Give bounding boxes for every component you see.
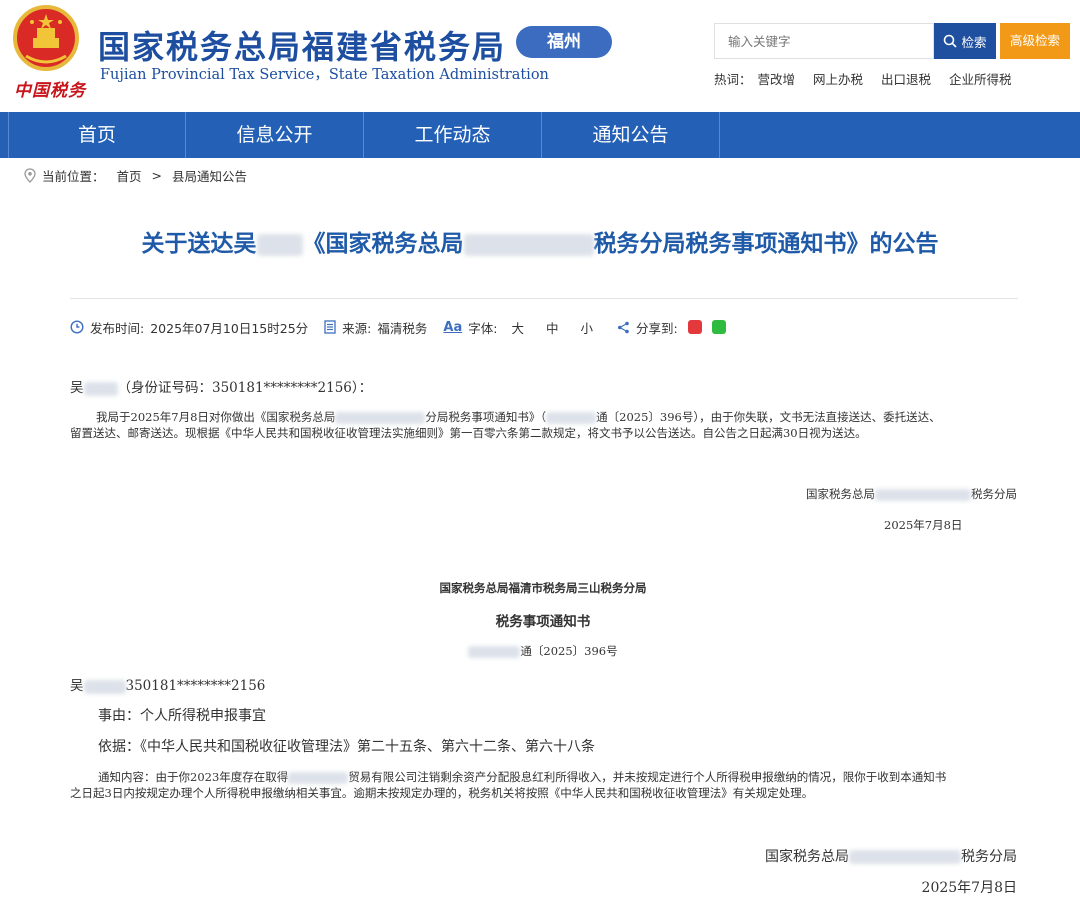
attachment-basis: 依据：《中华人民共和国税收征收管理法》第二十五条、第六十二条、第六十八条 bbox=[98, 739, 595, 755]
signer-suffix: 税务分局 bbox=[961, 849, 1017, 865]
signer-prefix: 国家税务总局 bbox=[765, 849, 849, 865]
nav-item-home[interactable]: 首页 bbox=[8, 112, 186, 158]
font-size-control: Aa 字体: 大 中 小 bbox=[443, 318, 601, 337]
attachment-signer: 国家税务总局 税务分局 bbox=[765, 846, 1017, 866]
redaction-blur bbox=[335, 412, 426, 424]
signer-suffix: 税务分局 bbox=[971, 487, 1017, 501]
addressee-prefix: 吴 bbox=[70, 380, 84, 396]
hotwords: 热词： 营改增 网上办税 出口退税 企业所得税 bbox=[714, 69, 1026, 88]
breadcrumb-separator: > bbox=[151, 168, 163, 183]
hotwords-label: 热词： bbox=[714, 72, 752, 87]
article-title-mid: 《国家税务总局 bbox=[302, 231, 464, 257]
source-value: 福清税务 bbox=[377, 320, 428, 336]
article-title-prefix: 关于送达吴 bbox=[141, 231, 257, 257]
attachment-content-line1: 通知内容：由于你2023年度存在取得 贸易有限公司注销剩余资产分配股息红利所得收入… bbox=[98, 769, 946, 785]
addressee-suffix: （身份证号码：350181********2156）： bbox=[117, 380, 373, 396]
notice-date: 2025年7月8日 bbox=[884, 518, 963, 532]
search-button[interactable]: 检索 bbox=[934, 23, 996, 59]
content-text: 贸易有限公司注销剩余资产分配股息红利所得收入，并未按规定进行个人所得税申报缴纳的… bbox=[348, 770, 947, 784]
share: 分享到: bbox=[617, 318, 726, 337]
publish-time-label: 发布时间: bbox=[90, 320, 145, 336]
search-icon bbox=[944, 34, 958, 48]
source-label: 来源: bbox=[342, 320, 372, 336]
breadcrumb-label: 当前位置： bbox=[42, 169, 105, 184]
doc-number-suffix: 通〔2025〕396号 bbox=[520, 644, 618, 658]
font-size-label: 字体: bbox=[468, 320, 498, 336]
attachment-addressee: 吴 350181********2156 bbox=[70, 674, 265, 694]
city-badge[interactable]: 福州 bbox=[516, 26, 612, 58]
breadcrumb-home[interactable]: 首页 bbox=[117, 166, 142, 185]
breadcrumb: 当前位置： 首页 > 县局通知公告 bbox=[24, 166, 247, 185]
redaction-blur bbox=[468, 646, 521, 658]
nav-item-info-disclosure[interactable]: 信息公开 bbox=[186, 112, 364, 158]
addressee-prefix: 吴 bbox=[70, 678, 84, 694]
redaction-blur bbox=[83, 679, 126, 694]
font-size-large[interactable]: 大 bbox=[511, 318, 524, 337]
advanced-search-button[interactable]: 高级检索 bbox=[1000, 23, 1070, 59]
signer-prefix: 国家税务总局 bbox=[806, 487, 875, 501]
search-input[interactable] bbox=[714, 23, 934, 59]
addressee-id: 350181********2156 bbox=[125, 678, 266, 694]
attachment-title: 税务事项通知书 bbox=[495, 614, 591, 630]
redaction-blur bbox=[546, 412, 597, 424]
hotword-link[interactable]: 网上办税 bbox=[813, 72, 863, 87]
body-text: 通〔2025〕396号），由于你失联，文书无法直接送达、委托送达、 bbox=[596, 410, 941, 424]
national-emblem-icon bbox=[13, 5, 79, 71]
notice-addressee: 吴 （身份证号码：350181********2156）： bbox=[70, 376, 372, 396]
nav-item-notices[interactable]: 通知公告 bbox=[542, 112, 720, 158]
china-tax-script-logo: 中国税务 bbox=[14, 81, 86, 101]
article-title-suffix: 税务分局税务事项通知书》的公告 bbox=[593, 231, 939, 257]
attachment-doc-number: 通〔2025〕396号 bbox=[0, 643, 1080, 659]
font-size-medium[interactable]: 中 bbox=[546, 318, 559, 337]
attachment-reason: 事由：个人所得税申报事宜 bbox=[98, 708, 266, 724]
search-button-label: 检索 bbox=[961, 34, 987, 50]
redaction-blur bbox=[83, 381, 118, 396]
main-nav: 首页 信息公开 工作动态 通知公告 bbox=[0, 112, 1080, 158]
hotword-link[interactable]: 企业所得税 bbox=[949, 72, 1012, 87]
redaction-blur bbox=[875, 489, 971, 501]
redaction-blur bbox=[463, 233, 594, 256]
publish-time-value: 2025年07月10日15时25分 bbox=[150, 320, 309, 336]
source: 来源: 福清税务 bbox=[324, 318, 427, 337]
article-meta: 发布时间: 2025年07月10日15时25分 来源: 福清税务 Aa 字体: … bbox=[70, 318, 742, 336]
clock-icon bbox=[70, 320, 84, 334]
share-label: 分享到: bbox=[636, 320, 678, 336]
content-text: 通知内容：由于你2023年度存在取得 bbox=[98, 770, 289, 784]
body-text: 我局于2025年7月8日对你做出《国家税务总局 bbox=[96, 410, 336, 424]
redaction-blur bbox=[288, 772, 349, 784]
breadcrumb-current[interactable]: 县局通知公告 bbox=[172, 166, 247, 185]
body-text: 分局税务事项通知书》（ bbox=[425, 410, 547, 424]
font-size-icon: Aa bbox=[443, 319, 463, 335]
publish-time: 发布时间: 2025年07月10日15时25分 bbox=[70, 318, 308, 337]
attachment-date: 2025年7月8日 bbox=[921, 880, 1017, 896]
location-pin-icon bbox=[24, 168, 36, 183]
nav-item-work-news[interactable]: 工作动态 bbox=[364, 112, 542, 158]
notice-body-line1: 我局于2025年7月8日对你做出《国家税务总局 分局税务事项通知书》（ 通〔2025… bbox=[96, 409, 941, 425]
wechat-share-icon[interactable] bbox=[711, 320, 726, 334]
site-header: 中国税务 国家税务总局福建省税务局 Fujian Provincial Tax … bbox=[0, 0, 1080, 112]
font-size-small[interactable]: 小 bbox=[580, 318, 593, 337]
redaction-blur bbox=[849, 850, 961, 864]
site-title-english: Fujian Provincial Tax Service，State Taxa… bbox=[100, 67, 549, 83]
site-title[interactable]: 国家税务总局福建省税务局 bbox=[98, 22, 506, 68]
weibo-share-icon[interactable] bbox=[687, 320, 702, 334]
attachment-content-line2: 之日起3日内按规定办理个人所得税申报缴纳相关事宜。逾期未按规定办理的，税务机关将… bbox=[70, 786, 814, 800]
redaction-blur bbox=[256, 233, 303, 256]
share-icon bbox=[618, 321, 629, 333]
notice-signer: 国家税务总局 税务分局 bbox=[806, 486, 1017, 502]
notice-body-line2: 留置送达、邮寄送达。现根据《中华人民共和国税收征收管理法实施细则》第一百零六条第… bbox=[70, 426, 867, 440]
document-icon bbox=[324, 320, 336, 334]
attachment-org: 国家税务总局福清市税务局三山税务分局 bbox=[439, 581, 647, 595]
article-title: 关于送达吴 《国家税务总局 税务分局税务事项通知书》的公告 bbox=[0, 224, 1080, 258]
title-divider bbox=[70, 298, 1018, 299]
hotword-link[interactable]: 出口退税 bbox=[881, 72, 931, 87]
hotword-link[interactable]: 营改增 bbox=[758, 72, 796, 87]
